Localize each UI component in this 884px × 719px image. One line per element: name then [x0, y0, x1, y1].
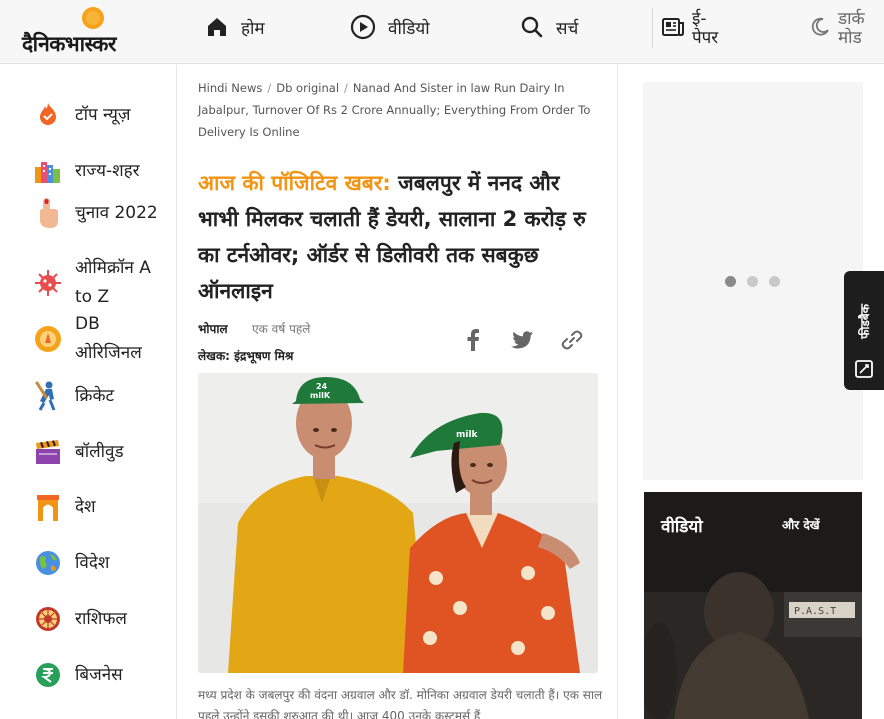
video-see-more-link[interactable]: और देखें	[782, 516, 820, 533]
facebook-icon	[467, 329, 479, 351]
feedback-text-wrap: फीडबैक	[848, 291, 880, 351]
breadcrumb-separator: /	[344, 81, 348, 95]
sidebar-item-bollywood[interactable]: बॉलीवुड	[33, 437, 165, 467]
sidebar-item-state-city[interactable]: राज्य-शहर	[33, 156, 165, 186]
sidebar-item-db-original[interactable]: DB ओरिजिनल	[33, 310, 165, 368]
virus-icon	[33, 268, 63, 298]
carousel-dot-2[interactable]	[747, 276, 758, 287]
nav-home-label: होम	[241, 18, 265, 39]
logo-sun-icon	[82, 7, 104, 29]
nav-search[interactable]: सर्च	[520, 12, 578, 42]
photo-two-women-image: 24 milK milk	[198, 373, 598, 673]
breadcrumb-separator: /	[267, 81, 272, 95]
breadcrumb-link-hindi-news[interactable]: Hindi News	[198, 81, 262, 95]
video-section-title: वीडियो	[661, 517, 703, 537]
breadcrumb: Hindi News / Db original / Nanad And Sister …	[198, 77, 603, 143]
sidebar-item-omicron[interactable]: ओमिक्रॉन A to Z	[33, 254, 165, 312]
nav-video[interactable]: वीडियो	[350, 12, 430, 42]
search-icon	[521, 16, 543, 38]
home-icon	[208, 18, 226, 36]
sidebar-item-horoscope[interactable]: राशिफल	[33, 604, 165, 634]
breadcrumb-link-db-original[interactable]: Db original	[276, 81, 339, 95]
site-header: दैनिकभास्कर होम वीडियो सर्च ई-पेपर डार्क…	[0, 0, 884, 64]
rupee-icon	[33, 660, 63, 690]
cap-logo-left-number: 24	[316, 382, 328, 391]
sidebar-item-label: राशिफल	[75, 608, 127, 629]
sidebar-item-country[interactable]: देश	[33, 492, 165, 522]
article-photo[interactable]: 24 milK milk	[198, 373, 598, 673]
sidebar-item-world[interactable]: विदेश	[33, 548, 165, 578]
carousel-dot-1[interactable]	[725, 276, 736, 287]
sidebar-item-label: बिजनेस	[75, 664, 123, 685]
article-column: Hindi News / Db original / Nanad And Sister …	[178, 65, 618, 719]
share-twitter-button[interactable]	[510, 328, 534, 352]
top-news-fire-icon	[33, 100, 63, 130]
carousel-dot-3[interactable]	[769, 276, 780, 287]
nav-home[interactable]: होम	[205, 12, 265, 42]
video-sign-text: P.A.S.T	[794, 606, 836, 617]
newspaper-icon	[662, 18, 684, 36]
sidebar-item-top-news[interactable]: टॉप न्यूज़	[33, 100, 165, 130]
copy-link-button[interactable]	[560, 328, 584, 352]
dark-mode-label: डार्क मोड	[838, 9, 865, 48]
cricket-player-icon	[33, 381, 63, 411]
share-facebook-button[interactable]	[461, 328, 485, 352]
article-time: एक वर्ष पहले	[252, 322, 311, 336]
headline-kicker: आज की पॉजिटिव खबर:	[198, 171, 391, 195]
dark-mode-toggle[interactable]: डार्क मोड	[810, 10, 878, 48]
link-icon	[561, 330, 583, 350]
twitter-icon	[511, 331, 533, 349]
clapperboard-icon	[33, 437, 63, 467]
nav-epaper[interactable]: ई-पेपर	[662, 10, 732, 48]
sidebar-item-label: बॉलीवुड	[75, 441, 124, 462]
election-finger-icon	[33, 198, 63, 228]
header-divider	[652, 8, 653, 48]
india-gate-icon	[33, 492, 63, 522]
carousel-dots	[725, 276, 791, 287]
feedback-label: फीडबैक	[857, 303, 872, 339]
zodiac-wheel-icon	[33, 604, 63, 634]
nav-search-label: सर्च	[556, 18, 579, 39]
sidebar-item-label: राज्य-शहर	[75, 160, 140, 181]
db-original-sun-icon	[33, 324, 63, 354]
globe-icon	[33, 548, 63, 578]
brand-name: दैनिकभास्कर	[22, 32, 116, 56]
sidebar: टॉप न्यूज़ राज्य-शहर चुनाव 2022 ओमिक्रॉन…	[0, 65, 177, 719]
article-city[interactable]: भोपाल	[198, 320, 228, 337]
moon-icon	[811, 17, 829, 36]
sidebar-item-label: टॉप न्यूज़	[75, 104, 131, 125]
sidebar-item-label: ओमिक्रॉन A to Z	[75, 258, 151, 307]
feedback-tab[interactable]: फीडबैक	[844, 271, 884, 390]
article-headline: आज की पॉजिटिव खबर: जबलपुर में ननद और भाभ…	[198, 165, 603, 309]
sidebar-item-business[interactable]: बिजनेस	[33, 660, 165, 690]
play-circle-icon	[350, 14, 376, 40]
site-logo[interactable]: दैनिकभास्कर	[20, 6, 165, 60]
nav-epaper-label: ई-पेपर	[692, 9, 719, 48]
sidebar-item-label: क्रिकेट	[75, 385, 115, 406]
sidebar-item-cricket[interactable]: क्रिकेट	[33, 381, 165, 411]
cap-logo-right: milk	[456, 430, 479, 440]
cap-logo-left-word: milK	[310, 391, 331, 400]
photo-caption: मध्य प्रदेश के जबलपुर की वंदना अग्रवाल औ…	[198, 688, 603, 719]
sidebar-item-label: विदेश	[75, 552, 110, 573]
sidebar-item-election[interactable]: चुनाव 2022	[33, 198, 165, 228]
feedback-edit-icon	[855, 360, 873, 378]
article-author: लेखक: इंद्रभूषण मिश्र	[198, 349, 294, 363]
city-buildings-icon	[33, 156, 63, 186]
video-widget[interactable]: P.A.S.T वीडियो और देखें	[644, 492, 862, 719]
nav-video-label: वीडियो	[388, 18, 430, 39]
sidebar-item-label: चुनाव 2022	[75, 202, 158, 223]
sidebar-item-label: DB ओरिजिनल	[75, 314, 142, 363]
sidebar-item-label: देश	[75, 496, 96, 517]
